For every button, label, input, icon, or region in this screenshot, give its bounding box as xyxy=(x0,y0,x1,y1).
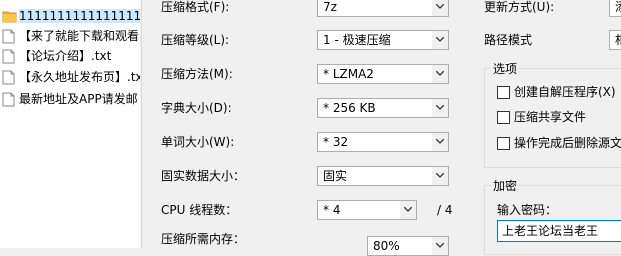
password-value: 上老王论坛当老王 xyxy=(502,224,599,238)
method-label: 压缩方法(M): xyxy=(161,67,233,81)
solid-value: 固实 xyxy=(323,169,348,183)
dict-select[interactable]: * 256 KB xyxy=(317,98,449,118)
chevron-down-icon[interactable] xyxy=(432,167,448,185)
word-label: 单词大小(W): xyxy=(161,135,235,149)
chevron-down-icon[interactable] xyxy=(432,65,448,83)
password-label: 输入密码： xyxy=(497,203,558,217)
document-icon xyxy=(2,70,16,85)
options-group-title: 选项 xyxy=(491,62,520,76)
checkbox-box[interactable] xyxy=(497,137,510,150)
encryption-group-title: 加密 xyxy=(491,179,520,193)
memory-value: 80% xyxy=(373,239,400,253)
method-select[interactable]: * LZMA2 xyxy=(317,64,449,84)
cpu-threads-select[interactable]: * 4 xyxy=(317,200,417,220)
create-sfx-label: 创建自解压程序(X) xyxy=(514,85,616,99)
path-mode-select[interactable]: 相 xyxy=(609,30,621,50)
file-name: 【来了就能下载和观看 xyxy=(19,29,140,43)
method-value: * LZMA2 xyxy=(323,67,374,81)
chevron-down-icon[interactable] xyxy=(400,201,416,219)
folder-icon xyxy=(2,9,17,24)
file-list-item[interactable]: 【永久地址发布页】.tx xyxy=(0,67,140,87)
cpu-label: CPU 线程数： xyxy=(161,203,238,217)
chevron-down-icon[interactable] xyxy=(432,0,448,16)
memory-select[interactable]: 80% xyxy=(367,236,449,256)
format-label: 压缩格式(F): xyxy=(161,0,230,14)
path-mode-label: 路径模式 xyxy=(484,33,533,47)
dict-label: 字典大小(D): xyxy=(161,101,232,115)
checkbox-box[interactable] xyxy=(497,86,510,99)
file-list-item[interactable]: 最新地址及APP请发邮 xyxy=(0,89,140,109)
file-name: 最新地址及APP请发邮 xyxy=(19,92,138,106)
solid-select[interactable]: 固实 xyxy=(317,166,449,186)
word-value: * 32 xyxy=(323,135,349,149)
update-mode-value: 添 xyxy=(615,0,621,14)
file-list-item[interactable]: 【来了就能下载和观看 xyxy=(0,26,140,46)
level-value: 1 - 极速压缩 xyxy=(323,33,391,47)
update-mode-select[interactable]: 添 xyxy=(609,0,621,17)
level-select[interactable]: 1 - 极速压缩 xyxy=(317,30,449,50)
document-icon xyxy=(2,29,16,44)
file-name: 【论坛介绍】.txt xyxy=(19,49,112,63)
chevron-down-icon[interactable] xyxy=(432,31,448,49)
dict-value: * 256 KB xyxy=(323,101,376,115)
compress-shared-label: 压缩共享文件 xyxy=(514,110,587,124)
file-name: 11111111111111111 xyxy=(19,9,140,23)
delete-after-label: 操作完成后删除源文 xyxy=(514,136,621,150)
add-to-archive-dialog: 压缩格式(F): 7z 压缩等级(L): 1 - 极速压缩 压缩方法(M): *… xyxy=(141,0,621,256)
password-input[interactable]: 上老王论坛当老王 xyxy=(497,220,621,242)
update-mode-label: 更新方式(U): xyxy=(484,0,555,14)
checkbox-box[interactable] xyxy=(497,111,510,124)
file-list-item[interactable]: 11111111111111111 xyxy=(0,6,140,26)
path-mode-value: 相 xyxy=(615,33,621,47)
file-list-item[interactable]: 【论坛介绍】.txt xyxy=(0,46,140,66)
document-icon xyxy=(2,49,16,64)
level-label: 压缩等级(L): xyxy=(161,33,230,47)
chevron-down-icon[interactable] xyxy=(432,99,448,117)
memory-label: 压缩所需内存： xyxy=(161,232,246,246)
solid-label: 固实数据大小： xyxy=(161,169,246,183)
document-icon xyxy=(2,92,16,107)
chevron-down-icon[interactable] xyxy=(432,237,448,255)
word-select[interactable]: * 32 xyxy=(317,132,449,152)
file-list[interactable]: 11111111111111111 【来了就能下载和观看 【论坛介绍】.txt … xyxy=(0,0,140,248)
chevron-down-icon[interactable] xyxy=(432,133,448,151)
format-select[interactable]: 7z xyxy=(317,0,449,17)
cpu-value: * 4 xyxy=(323,203,341,217)
cpu-total: / 4 xyxy=(437,203,453,217)
file-name: 【永久地址发布页】.tx xyxy=(19,70,140,84)
format-value: 7z xyxy=(323,0,337,14)
